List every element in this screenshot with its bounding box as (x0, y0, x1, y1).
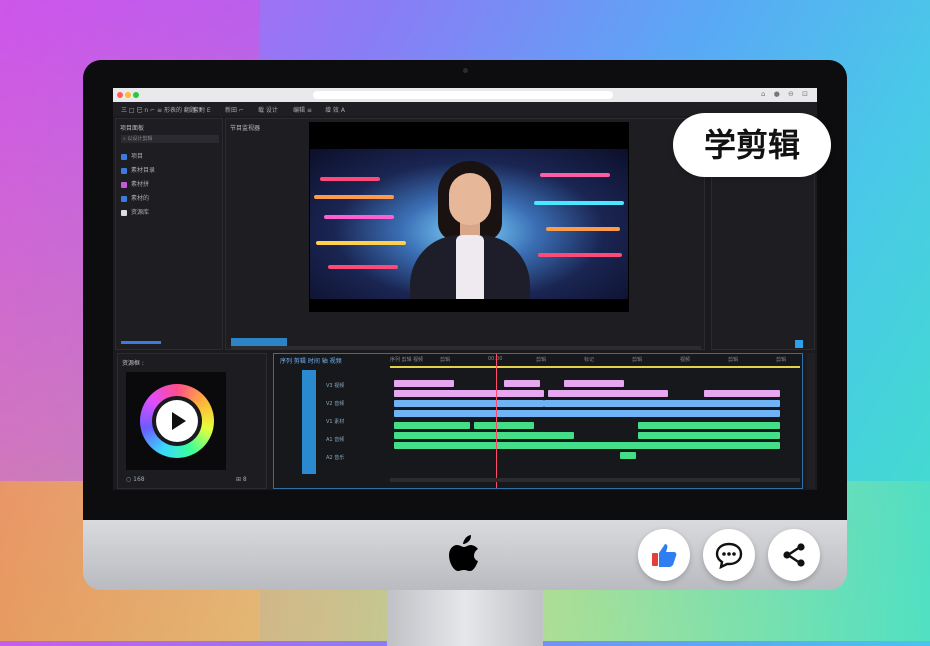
project-panel: 项目面板 ⌕ 以设计剪辑 项目 素材目录 素材拼 素材的 资源库 (115, 118, 223, 350)
timeline-clip[interactable] (474, 422, 534, 429)
project-item-3[interactable]: 素材的 (121, 193, 221, 203)
minimize-window-button[interactable] (125, 92, 131, 98)
light-streak (538, 253, 622, 257)
light-streak (320, 177, 380, 181)
menu-item-design[interactable]: 载 设计 (258, 105, 278, 114)
share-button[interactable] (768, 529, 820, 581)
project-panel-title: 项目面板 (120, 125, 145, 132)
comment-icon (715, 542, 743, 569)
work-area-bar[interactable] (390, 366, 800, 368)
program-monitor-title: 节目监视器 (230, 125, 261, 132)
apple-logo-icon (449, 535, 478, 571)
settings-button[interactable] (795, 340, 803, 348)
light-streak (328, 265, 398, 269)
camera-dot (463, 68, 468, 73)
grid-view-icon[interactable]: ⊞ 8 (236, 476, 247, 483)
library-icon (121, 209, 127, 216)
caption-bubble-tail (810, 160, 826, 172)
light-streak (534, 201, 624, 205)
timeline-header: 序列 剪辑 时间 轴 视频 (280, 358, 342, 365)
light-streak (324, 215, 394, 219)
play-button[interactable] (156, 400, 198, 442)
light-streak (314, 195, 394, 199)
image-icon (121, 181, 127, 188)
person-face (449, 173, 491, 225)
media-panel: 资源框 : ○ 168 ⊞ 8 (117, 353, 267, 489)
close-window-button[interactable] (117, 92, 123, 98)
address-bar[interactable] (313, 91, 613, 99)
program-scrubber[interactable] (231, 346, 701, 349)
timeline-clip[interactable] (504, 380, 540, 387)
timeline-clip[interactable] (394, 380, 454, 387)
timeline-clip[interactable] (394, 432, 574, 439)
monitor-stand (387, 590, 543, 646)
maximize-window-button[interactable] (133, 92, 139, 98)
comment-button[interactable] (703, 529, 755, 581)
track-label-a2: A2 音乐 (326, 455, 345, 461)
track-label-v2: V2 音频 (326, 401, 345, 407)
project-item-2[interactable]: 素材拼 (121, 179, 221, 189)
light-streak (316, 241, 406, 245)
project-item-0[interactable]: 项目 (121, 151, 221, 161)
window-titlebar: ⌂ ● ⊖ ⊡ (113, 88, 817, 102)
folder-icon (121, 153, 127, 160)
timeline-clip[interactable] (620, 452, 636, 459)
menu-item-effects[interactable]: 增 效 A (325, 105, 345, 114)
project-search-input[interactable]: ⌕ 以设计剪辑 (121, 135, 219, 143)
light-streak (540, 173, 610, 177)
project-progress (121, 341, 161, 344)
menu-item-create[interactable]: 新田 ⌐ (225, 105, 244, 114)
timeline-clip[interactable] (544, 400, 780, 407)
play-icon (172, 412, 186, 430)
menu-item-edit[interactable]: 套附 E (193, 105, 211, 114)
project-item-4[interactable]: 资源库 (121, 207, 221, 217)
person-shirt (456, 235, 484, 299)
timeline-clip[interactable] (394, 422, 470, 429)
timeline-clip[interactable] (638, 422, 780, 429)
track-label-a1: A1 音频 (326, 437, 345, 443)
timeline-clip[interactable] (394, 390, 544, 397)
project-item-1[interactable]: 素材目录 (121, 165, 221, 175)
menu-item-file[interactable]: 三 □ 已 n ⌐ ≡ 形表的 翻题 ↑ (121, 105, 203, 114)
clip-icon (121, 195, 127, 202)
media-panel-title: 资源框 : (122, 360, 144, 367)
timeline-clip[interactable] (638, 432, 780, 439)
audio-meter (807, 353, 815, 489)
share-icon (783, 543, 805, 567)
track-label-v1: V1 素材 (326, 419, 345, 425)
folder-icon (121, 167, 127, 174)
timeline-ruler[interactable]: 序列 剪辑 视频 剪辑 00:00 剪辑 标记 剪辑 视频 剪辑 剪辑 (390, 356, 800, 364)
media-thumbnail[interactable] (126, 372, 226, 470)
track-label-v3: V3 视频 (326, 383, 345, 389)
titlebar-icons[interactable]: ⌂ ● ⊖ ⊡ (761, 90, 811, 98)
color-wheel (140, 384, 214, 458)
track-target-bar[interactable] (302, 370, 316, 474)
like-button[interactable] (638, 529, 690, 581)
timeline-panel: 序列 剪辑 时间 轴 视频 序列 剪辑 视频 剪辑 00:00 剪辑 标记 剪辑… (273, 353, 803, 489)
timeline-scrollbar[interactable] (390, 478, 800, 482)
video-preview[interactable] (310, 149, 628, 299)
timeline-clip[interactable] (704, 390, 780, 397)
timeline-clip[interactable] (564, 380, 624, 387)
timeline-playhead[interactable] (496, 354, 497, 488)
caption-bubble: 学剪辑 (673, 113, 831, 177)
timeline-clip[interactable] (394, 400, 544, 407)
timeline-clip[interactable] (548, 390, 668, 397)
timeline-clip[interactable] (394, 442, 780, 449)
program-toolbar[interactable] (231, 338, 287, 346)
light-streak (546, 227, 620, 231)
thumbs-up-icon (652, 544, 677, 567)
menu-item-clip[interactable]: 编辑 ≡ (293, 105, 312, 114)
media-count: ○ 168 (126, 476, 145, 483)
timeline-clip[interactable] (394, 410, 780, 417)
